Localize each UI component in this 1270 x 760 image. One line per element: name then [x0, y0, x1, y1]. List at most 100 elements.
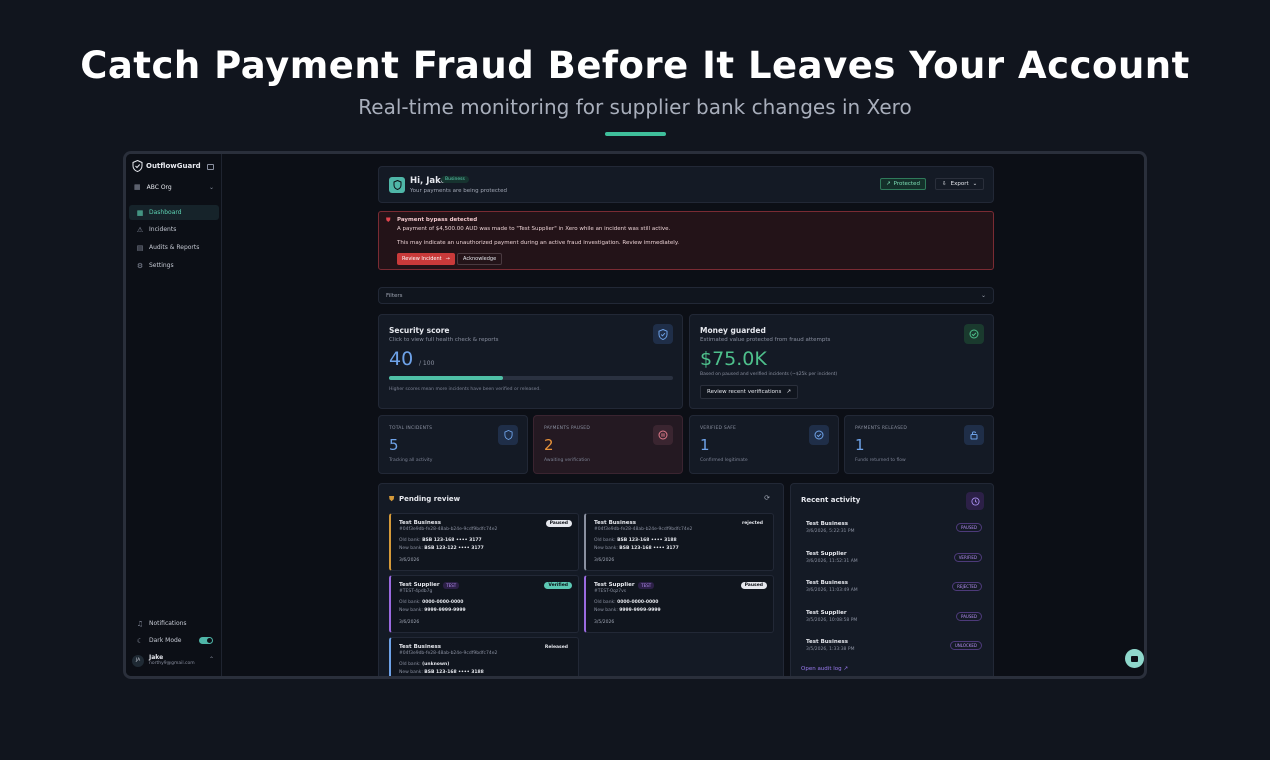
- stat-sub: Tracking all activity: [389, 458, 433, 463]
- stat-value: 1: [855, 436, 865, 454]
- review-incident-button[interactable]: Review Incident →: [397, 253, 455, 265]
- app-logo[interactable]: OutflowGuard: [132, 160, 201, 172]
- user-name: Jake: [149, 654, 164, 661]
- acknowledge-button[interactable]: Acknowledge: [457, 253, 503, 265]
- activity-name: Test Business: [806, 521, 849, 527]
- old-bank-row: Old bank: 0000-0000-0000: [594, 600, 658, 605]
- sidebar-item-label: Audits & Reports: [149, 244, 200, 251]
- activity-date: 3/5/2026, 1:33:38 PM: [806, 647, 855, 652]
- security-score-card[interactable]: Security score Click to view full health…: [378, 314, 683, 409]
- building-icon: ▦: [134, 183, 141, 191]
- sidebar-collapse-icon[interactable]: [207, 164, 214, 170]
- hero-title: Catch Payment Fraud Before It Leaves You…: [80, 44, 1190, 87]
- status-badge: Paused: [740, 582, 767, 589]
- status-badge: VERIFIED: [953, 552, 982, 562]
- recent-activity-panel: Recent activity Test Business 3/6/2026, …: [790, 483, 994, 676]
- shield-alert-icon: ⛊: [389, 495, 395, 503]
- chat-widget-button[interactable]: [1125, 649, 1144, 668]
- new-bank-row: New bank: BSB 123-168 •••• 3188: [399, 670, 484, 675]
- sidebar-item-dashboard[interactable]: ▦ Dashboard: [129, 205, 219, 220]
- activity-date: 3/6/2026, 11:03:49 AM: [806, 588, 858, 593]
- pending-item[interactable]: Test Business #04f3e9db-fe28-48ab-b24e-9…: [389, 513, 579, 571]
- download-icon: ⇩: [942, 181, 947, 187]
- stat-card-total-incidents[interactable]: TOTAL INCIDENTS 5 Tracking all activity: [378, 415, 528, 474]
- alert-message: A payment of $4,500.00 AUD was made to "…: [397, 226, 671, 232]
- sidebar-item-settings[interactable]: ⚙ Settings: [129, 258, 219, 273]
- review-verifications-button[interactable]: Review recent verifications ↗: [700, 385, 798, 399]
- activity-item[interactable]: Test Supplier 3/5/2026, 10:08:58 PM PAUS…: [806, 610, 982, 636]
- activity-item[interactable]: Test Business 3/5/2026, 1:33:38 PM UNLOC…: [806, 639, 982, 665]
- new-bank-value: 9999-9999-9999: [619, 608, 661, 613]
- score-note: Higher scores mean more incidents have b…: [389, 387, 541, 392]
- sidebar-item-notifications[interactable]: ♫ Notifications: [129, 616, 219, 631]
- pending-item[interactable]: Test Supplier TEST #TEST-4pdb7g Old bank…: [389, 575, 579, 633]
- sidebar-item-incidents[interactable]: ⚠ Incidents: [129, 222, 219, 237]
- old-bank-row: Old bank: (unknown): [399, 662, 449, 667]
- app-window: OutflowGuard ▦ ABC Org ⌄ ▦ Dashboard ⚠ I…: [123, 151, 1147, 679]
- dark-mode-label: Dark Mode: [149, 637, 182, 644]
- panel-title: Pending review: [399, 495, 461, 503]
- incident-id: #TEST-0qz7vs: [594, 589, 627, 594]
- old-bank-value: 0000-0000-0000: [422, 600, 464, 605]
- new-bank-row: New bank: 9999-9999-9999: [399, 608, 466, 613]
- supplier-name: Test Business: [594, 520, 637, 526]
- sidebar-item-audits[interactable]: ▤ Audits & Reports: [129, 240, 219, 255]
- document-icon: ▤: [136, 243, 144, 252]
- incident-id: #04f3e9db-fe28-48ab-b24e-9cdf9bdfc74e2: [594, 527, 693, 532]
- dark-mode-toggle[interactable]: [199, 637, 213, 644]
- shield-logo-icon: [132, 160, 143, 172]
- new-bank-row: New bank: 9999-9999-9999: [594, 608, 661, 613]
- export-button[interactable]: ⇩ Export ⌄: [935, 178, 985, 190]
- activity-item[interactable]: Test Supplier 3/6/2026, 11:52:31 AM VERI…: [806, 551, 982, 577]
- sidebar-item-label: Incidents: [149, 226, 177, 233]
- old-bank-label: Old bank:: [399, 600, 421, 605]
- filters-bar[interactable]: Filters ⌄: [378, 287, 994, 304]
- score-progress-fill: [389, 376, 503, 380]
- pending-item[interactable]: Test Business #04f3e9db-fe28-48ab-b24e-9…: [389, 637, 579, 676]
- activity-name: Test Supplier: [806, 550, 847, 557]
- old-bank-label: Old bank:: [594, 600, 616, 605]
- shield-icon: [389, 177, 405, 193]
- activity-name: Test Supplier: [806, 609, 847, 616]
- open-audit-log-link[interactable]: Open audit log ↗: [801, 666, 848, 672]
- hero-accent-bar: [605, 132, 666, 136]
- old-bank-value: (unknown): [422, 662, 450, 667]
- shield-check-icon: [653, 324, 673, 344]
- stat-card-verified-safe[interactable]: VERIFIED SAFE 1 Confirmed legitimate: [689, 415, 839, 474]
- activity-item[interactable]: Test Business 3/6/2026, 11:03:49 AM REJE…: [806, 580, 982, 606]
- refresh-icon[interactable]: ⟳: [764, 494, 770, 502]
- clock-icon: [966, 492, 984, 510]
- new-bank-label: New bank:: [399, 546, 423, 551]
- status-label: Protected: [893, 181, 920, 187]
- warning-icon: ⚠: [136, 225, 144, 234]
- activity-item[interactable]: Test Business 3/6/2026, 5:22:31 PM PAUSE…: [806, 521, 982, 547]
- user-menu[interactable]: JA Jake northy9@gmail.com ⌃: [132, 654, 216, 667]
- old-bank-value: 0000-0000-0000: [617, 600, 659, 605]
- activity-date: 3/5/2026, 10:08:58 PM: [806, 617, 858, 623]
- grid-icon: ▦: [136, 208, 144, 217]
- new-bank-value: BSB 123-168 •••• 3188: [424, 670, 484, 675]
- stat-card-payments-released[interactable]: PAYMENTS RELEASED 1 Funds returned to fl…: [844, 415, 994, 474]
- sidebar-item-label: Settings: [149, 262, 174, 269]
- status-badge: REJECTED: [952, 582, 982, 591]
- money-amount: $75.0K: [700, 348, 767, 370]
- gear-icon: ⚙: [136, 261, 144, 270]
- old-bank-row: Old bank: BSB 123-168 •••• 3188: [594, 538, 677, 543]
- stat-sub: Confirmed legitimate: [700, 458, 748, 463]
- stat-sub: Funds returned to flow: [855, 458, 906, 463]
- pending-item[interactable]: Test Business #04f3e9db-fe28-48ab-b24e-9…: [584, 513, 774, 571]
- activity-date: 3/6/2026, 5:22:31 PM: [806, 529, 855, 534]
- header-subtitle: Your payments are being protected: [410, 188, 507, 194]
- activity-name: Test Business: [806, 580, 849, 586]
- old-bank-label: Old bank:: [594, 538, 616, 543]
- card-description: Estimated value protected from fraud att…: [700, 337, 831, 343]
- stat-card-payments-paused[interactable]: PAYMENTS PAUSED 2 Awaiting verification: [533, 415, 683, 474]
- money-note: Based on paused and verified incidents (…: [700, 372, 838, 377]
- score-max: / 100: [419, 360, 435, 367]
- security-score: 40: [389, 348, 414, 370]
- protected-status-badge[interactable]: ↗ Protected: [880, 178, 926, 190]
- org-switcher[interactable]: ▦ ABC Org ⌄: [134, 183, 216, 191]
- incident-id: #04f3e9db-fe28-48ab-b24e-9cdf9bdfc74e2: [399, 651, 498, 656]
- stat-label: TOTAL INCIDENTS: [389, 426, 433, 431]
- pending-item[interactable]: Test Supplier TEST #TEST-0qz7vs Old bank…: [584, 575, 774, 633]
